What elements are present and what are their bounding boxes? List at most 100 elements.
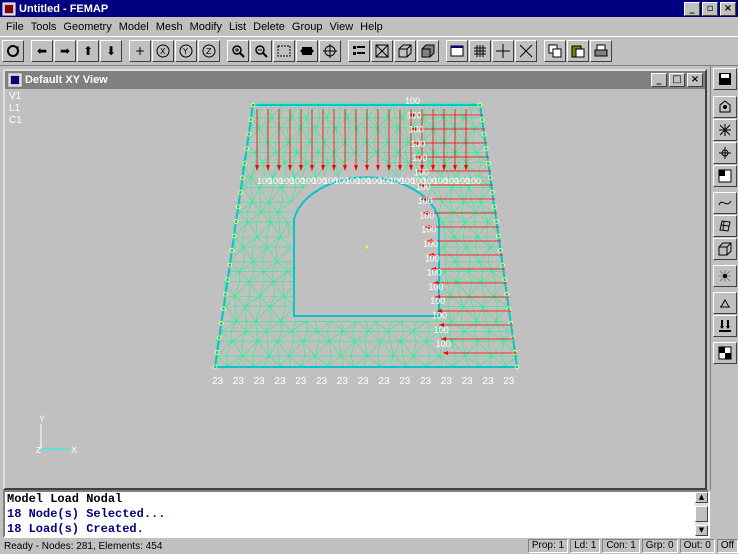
scroll-down-icon[interactable]: ▼ bbox=[695, 525, 708, 536]
axis-triad: Y X Z bbox=[36, 414, 77, 455]
menu-file[interactable]: File bbox=[4, 21, 29, 33]
view-options-icon[interactable] bbox=[348, 40, 370, 62]
load-value-label: 100 bbox=[428, 282, 443, 292]
window-title: Untitled - FEMAP bbox=[19, 2, 109, 15]
close-button[interactable]: × bbox=[720, 1, 736, 16]
status-load-set[interactable]: Ld: 1 bbox=[570, 539, 601, 553]
view-legend: V1 L1 C1 bbox=[9, 91, 22, 127]
node-icon[interactable] bbox=[713, 119, 737, 141]
menu-list[interactable]: List bbox=[227, 21, 251, 33]
select-all-icon[interactable] bbox=[371, 40, 393, 62]
rotate-z-icon[interactable]: Z bbox=[198, 40, 220, 62]
single-view-icon[interactable] bbox=[446, 40, 468, 62]
scroll-up-icon[interactable]: ▲ bbox=[695, 492, 708, 503]
rotate-x-icon[interactable]: X bbox=[152, 40, 174, 62]
femap-app-icon[interactable] bbox=[2, 2, 16, 16]
center-icon[interactable]: + bbox=[129, 40, 151, 62]
svg-text:Z: Z bbox=[206, 47, 212, 56]
zoom-out-icon[interactable] bbox=[250, 40, 272, 62]
load-arrowhead bbox=[376, 165, 380, 171]
constraint-value-label: 23 bbox=[482, 376, 494, 387]
load-icon[interactable] bbox=[713, 265, 737, 287]
status-prop[interactable]: Prop: 1 bbox=[527, 539, 569, 553]
status-output[interactable]: Out: 0 bbox=[679, 539, 715, 553]
load-value-label: 100 bbox=[432, 311, 447, 321]
model-drawing[interactable]: 100 100 100 100 100 100 100 100 100 100 100 100 100 1… bbox=[5, 89, 705, 488]
restore-button[interactable]: ▫ bbox=[702, 1, 718, 16]
right-toolbar bbox=[710, 66, 738, 490]
message-scrollbar[interactable]: ▲ ▼ bbox=[695, 492, 708, 536]
surface-icon[interactable] bbox=[713, 215, 737, 237]
status-constraint-set[interactable]: Con: 1 bbox=[602, 539, 640, 553]
load-value-label: 100 bbox=[407, 110, 422, 120]
view-close-button[interactable]: × bbox=[687, 73, 703, 87]
load-value-label: 100 bbox=[427, 268, 442, 278]
scroll-thumb[interactable] bbox=[695, 506, 708, 522]
pan-down-icon[interactable]: ⬇ bbox=[100, 40, 122, 62]
view-window-icon[interactable] bbox=[8, 73, 22, 87]
constraint-value-label: 23 bbox=[337, 376, 349, 387]
message-window[interactable]: Model Load Nodal 18 Node(s) Selected... … bbox=[3, 490, 710, 538]
dynamic-rotate-icon[interactable] bbox=[2, 40, 24, 62]
menu-model[interactable]: Model bbox=[117, 21, 154, 33]
solid-icon[interactable] bbox=[713, 238, 737, 260]
message-line: 18 Node(s) Selected... bbox=[7, 507, 166, 521]
load-value-label: 100 bbox=[423, 239, 438, 249]
menu-mesh[interactable]: Mesh bbox=[154, 21, 188, 33]
load-arrowhead bbox=[343, 165, 347, 171]
pan-left-icon[interactable]: ⬅ bbox=[31, 40, 53, 62]
layout-icon[interactable] bbox=[713, 342, 737, 364]
menu-group[interactable]: Group bbox=[290, 21, 328, 33]
geometry-point-icon[interactable] bbox=[713, 96, 737, 118]
load-value-label: 100 bbox=[405, 96, 420, 106]
menu-delete[interactable]: Delete bbox=[251, 21, 290, 33]
view-minimize-button[interactable]: _ bbox=[651, 73, 667, 87]
crosshair-icon[interactable] bbox=[319, 40, 341, 62]
status-group[interactable]: Grp: 0 bbox=[641, 539, 678, 553]
pan-up-icon[interactable]: ⬆ bbox=[77, 40, 99, 62]
save-icon[interactable] bbox=[713, 68, 737, 90]
menu-tools[interactable]: Tools bbox=[29, 21, 62, 33]
load-arrowhead bbox=[431, 165, 435, 171]
minimize-button[interactable]: _ bbox=[684, 1, 700, 16]
load-arrowhead bbox=[398, 165, 402, 171]
load-value-label: 100 bbox=[434, 325, 449, 335]
print-icon[interactable] bbox=[590, 40, 612, 62]
view-label-l: L1 bbox=[9, 103, 21, 114]
wireframe-icon[interactable] bbox=[394, 40, 416, 62]
zoom-in-icon[interactable] bbox=[227, 40, 249, 62]
axis-z-label: Z bbox=[36, 446, 41, 455]
axis-y-label: Y bbox=[39, 414, 45, 424]
paste-icon[interactable] bbox=[567, 40, 589, 62]
menu-view[interactable]: View bbox=[328, 21, 359, 33]
load-arrowhead bbox=[310, 165, 314, 171]
grid-icon[interactable] bbox=[469, 40, 491, 62]
mesh-icon[interactable] bbox=[713, 165, 737, 187]
constraint-value-label: 23 bbox=[295, 376, 307, 387]
load-arrowhead bbox=[442, 165, 446, 171]
solid-shade-icon[interactable] bbox=[417, 40, 439, 62]
copy-icon[interactable] bbox=[544, 40, 566, 62]
workplane-icon[interactable] bbox=[492, 40, 514, 62]
load-value-label: 100 bbox=[410, 139, 425, 149]
load-arrowhead bbox=[332, 165, 336, 171]
load-arrowhead bbox=[365, 165, 369, 171]
axes-icon[interactable] bbox=[515, 40, 537, 62]
zoom-window-icon[interactable] bbox=[273, 40, 295, 62]
arrow-down-icon[interactable] bbox=[713, 315, 737, 337]
model-canvas[interactable]: V1 L1 C1 100 100 100 100 100 100 100 100 100 100 1… bbox=[5, 89, 705, 488]
load-arrowhead bbox=[354, 165, 358, 171]
rotate-y-icon[interactable]: Y bbox=[175, 40, 197, 62]
message-line: Model Load Nodal bbox=[7, 492, 123, 506]
pan-right-icon[interactable]: ➡ bbox=[54, 40, 76, 62]
constraint-icon[interactable] bbox=[713, 292, 737, 314]
curve-icon[interactable] bbox=[713, 192, 737, 214]
menu-geometry[interactable]: Geometry bbox=[61, 21, 116, 33]
autoscale-icon[interactable] bbox=[296, 40, 318, 62]
view-maximize-button[interactable]: □ bbox=[669, 73, 685, 87]
menu-modify[interactable]: Modify bbox=[188, 21, 227, 33]
menu-help[interactable]: Help bbox=[358, 21, 388, 33]
status-workplane[interactable]: Off bbox=[716, 539, 738, 553]
element-icon[interactable] bbox=[713, 142, 737, 164]
constraint-value-label: 23 bbox=[420, 376, 432, 387]
